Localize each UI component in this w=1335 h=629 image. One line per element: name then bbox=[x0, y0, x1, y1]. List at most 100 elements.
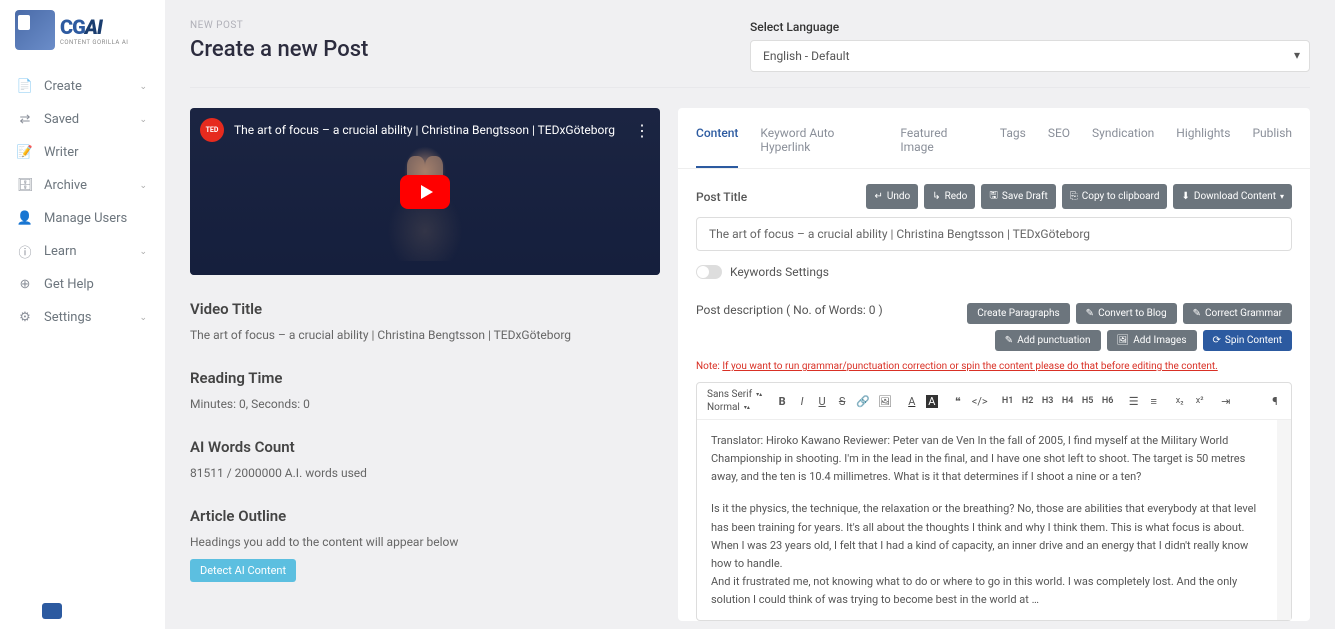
video-bar-title: The art of focus – a crucial ability | C… bbox=[234, 123, 624, 137]
underline-button[interactable]: U bbox=[816, 395, 828, 408]
ai-words-text: 81511 / 2000000 A.I. words used bbox=[190, 464, 660, 482]
video-title-text: The art of focus – a crucial ability | C… bbox=[190, 326, 660, 344]
quote-button[interactable]: ❝ bbox=[952, 395, 964, 408]
logo-subtitle: CONTENT GORILLA AI bbox=[60, 39, 128, 46]
right-column: Content Keyword Auto Hyperlink Featured Im… bbox=[678, 108, 1310, 621]
heading-h5-button[interactable]: H5 bbox=[1082, 396, 1094, 406]
note-link[interactable]: If you want to run grammar/punctuation c… bbox=[722, 361, 1217, 372]
text-color-button[interactable]: A bbox=[906, 395, 918, 408]
chevron-down-icon: ⌄ bbox=[139, 181, 147, 191]
editor-toolbar: Sans Serif Normal B I U S 🔗 🖼 A A bbox=[697, 383, 1291, 420]
heading-h6-button[interactable]: H6 bbox=[1102, 396, 1114, 406]
left-column: TED The art of focus – a crucial ability… bbox=[190, 108, 660, 621]
nav-item-saved[interactable]: ⇄Saved⌄ bbox=[0, 103, 165, 136]
nav-icon: 👤 bbox=[18, 212, 32, 226]
ai-words-heading: AI Words Count bbox=[190, 438, 660, 456]
download-content-button[interactable]: ⬇ Download Content bbox=[1173, 184, 1292, 209]
outline-text: Headings you add to the content will app… bbox=[190, 533, 660, 551]
convert-blog-button[interactable]: ✎ Convert to Blog bbox=[1076, 303, 1177, 324]
spin-content-button[interactable]: ⟳ Spin Content bbox=[1203, 330, 1292, 351]
tab-content[interactable]: Content bbox=[696, 126, 738, 168]
nav-label: Writer bbox=[44, 145, 79, 160]
ted-badge-icon: TED bbox=[200, 118, 224, 142]
reading-time-text: Minutes: 0, Seconds: 0 bbox=[190, 395, 660, 413]
video-menu-icon[interactable]: ⋮ bbox=[634, 121, 650, 140]
keywords-toggle[interactable] bbox=[696, 265, 722, 279]
play-button[interactable] bbox=[400, 175, 450, 209]
bold-button[interactable]: B bbox=[776, 395, 788, 408]
gorilla-mascot-icon bbox=[15, 10, 55, 50]
code-button[interactable]: </> bbox=[972, 395, 988, 408]
heading-h3-button[interactable]: H3 bbox=[1042, 396, 1054, 406]
heading-h4-button[interactable]: H4 bbox=[1062, 396, 1074, 406]
link-button[interactable]: 🔗 bbox=[856, 395, 870, 408]
chevron-down-icon: ⌄ bbox=[139, 82, 147, 92]
nav-label: Manage Users bbox=[44, 211, 127, 226]
nav-icon: ⊕ bbox=[18, 278, 32, 292]
ordered-list-button[interactable]: ☰ bbox=[1128, 395, 1140, 408]
divider bbox=[190, 87, 1310, 88]
sidebar: CGAI CONTENT GORILLA AI 📄Create⌄⇄Saved⌄📝… bbox=[0, 0, 165, 629]
tab-keyword-auto-hyperlink[interactable]: Keyword Auto Hyperlink bbox=[760, 126, 878, 168]
tab-tags[interactable]: Tags bbox=[1000, 126, 1026, 168]
nav-icon: ⚙ bbox=[18, 311, 32, 325]
language-dropdown[interactable]: English - Default bbox=[750, 40, 1310, 72]
main-content: NEW POST Create a new Post Select Langua… bbox=[165, 0, 1335, 629]
nav-item-manage-users[interactable]: 👤 Manage Users bbox=[0, 202, 165, 235]
page-header: NEW POST Create a new Post Select Langua… bbox=[165, 0, 1335, 87]
save-draft-button[interactable]: 🖫 Save Draft bbox=[981, 184, 1055, 209]
nav-label: Get Help bbox=[44, 277, 94, 292]
editor-content[interactable]: Translator: Hiroko Kawano Reviewer: Pete… bbox=[697, 420, 1277, 620]
font-family-select[interactable]: Sans Serif bbox=[707, 389, 762, 400]
editor-scrollbar[interactable] bbox=[1277, 420, 1291, 620]
editor-tabs: Content Keyword Auto Hyperlink Featured Im… bbox=[678, 126, 1310, 169]
add-images-button[interactable]: 🖼 Add Images bbox=[1107, 330, 1197, 351]
subscript-button[interactable]: x₂ bbox=[1174, 396, 1186, 406]
post-title-label: Post Title bbox=[696, 190, 747, 204]
tab-syndication[interactable]: Syndication bbox=[1092, 126, 1154, 168]
language-label: Select Language bbox=[750, 20, 1310, 34]
undo-button[interactable]: ↵ Undo bbox=[866, 184, 918, 209]
italic-button[interactable]: I bbox=[796, 395, 808, 408]
tab-highlights[interactable]: Highlights bbox=[1176, 126, 1230, 168]
page-title: Create a new Post bbox=[190, 37, 368, 62]
video-player[interactable]: TED The art of focus – a crucial ability… bbox=[190, 108, 660, 275]
nav-item-archive[interactable]: 🗄Archive⌄ bbox=[0, 169, 165, 202]
tab-publish[interactable]: Publish bbox=[1252, 126, 1292, 168]
copy-clipboard-button[interactable]: ⎘ Copy to clipboard bbox=[1062, 184, 1168, 209]
video-title-heading: Video Title bbox=[190, 300, 660, 318]
nav-icon: 📄 bbox=[18, 80, 32, 94]
superscript-button[interactable]: x² bbox=[1194, 396, 1206, 406]
unordered-list-button[interactable]: ≡ bbox=[1148, 395, 1160, 408]
nav-item-settings[interactable]: ⚙Settings⌄ bbox=[0, 301, 165, 334]
heading-h1-button[interactable]: H1 bbox=[1002, 396, 1014, 406]
keywords-label: Keywords Settings bbox=[730, 265, 829, 279]
nav-label: Settings bbox=[44, 310, 91, 325]
create-paragraphs-button[interactable]: Create Paragraphs bbox=[967, 303, 1069, 324]
nav-item-learn[interactable]: ⓘLearn⌄ bbox=[0, 235, 165, 268]
heading-h2-button[interactable]: H2 bbox=[1022, 396, 1034, 406]
detect-ai-button[interactable]: Detect AI Content bbox=[190, 559, 296, 582]
chevron-down-icon: ⌄ bbox=[139, 247, 147, 257]
strike-button[interactable]: S bbox=[836, 395, 848, 408]
add-punctuation-button[interactable]: ✎ Add punctuation bbox=[995, 330, 1101, 351]
nav-item-writer[interactable]: 📝Writer bbox=[0, 136, 165, 169]
image-button[interactable]: 🖼 bbox=[878, 395, 892, 408]
font-size-select[interactable]: Normal bbox=[707, 402, 762, 413]
reading-time-heading: Reading Time bbox=[190, 369, 660, 387]
description-actions: Create Paragraphs ✎ Convert to Blog ✎ Co… bbox=[893, 303, 1292, 351]
rtl-button[interactable]: ¶ bbox=[1269, 395, 1281, 408]
bg-color-button[interactable]: A bbox=[926, 395, 938, 408]
tab-featured-image[interactable]: Featured Image bbox=[900, 126, 978, 168]
float-action-button[interactable] bbox=[42, 603, 62, 619]
post-title-input[interactable] bbox=[696, 217, 1292, 251]
redo-button[interactable]: ↳ Redo bbox=[924, 184, 975, 209]
nav-item-get-help[interactable]: ⊕ Get Help bbox=[0, 268, 165, 301]
logo[interactable]: CGAI CONTENT GORILLA AI bbox=[0, 0, 165, 60]
nav-item-create[interactable]: 📄Create⌄ bbox=[0, 70, 165, 103]
post-description-label: Post description ( No. of Words: 0 ) bbox=[696, 303, 883, 319]
editor-note: Note: If you want to run grammar/punctua… bbox=[678, 356, 1310, 382]
tab-seo[interactable]: SEO bbox=[1048, 126, 1070, 168]
indent-button[interactable]: ⇥ bbox=[1220, 395, 1232, 408]
correct-grammar-button[interactable]: ✎ Correct Grammar bbox=[1183, 303, 1292, 324]
